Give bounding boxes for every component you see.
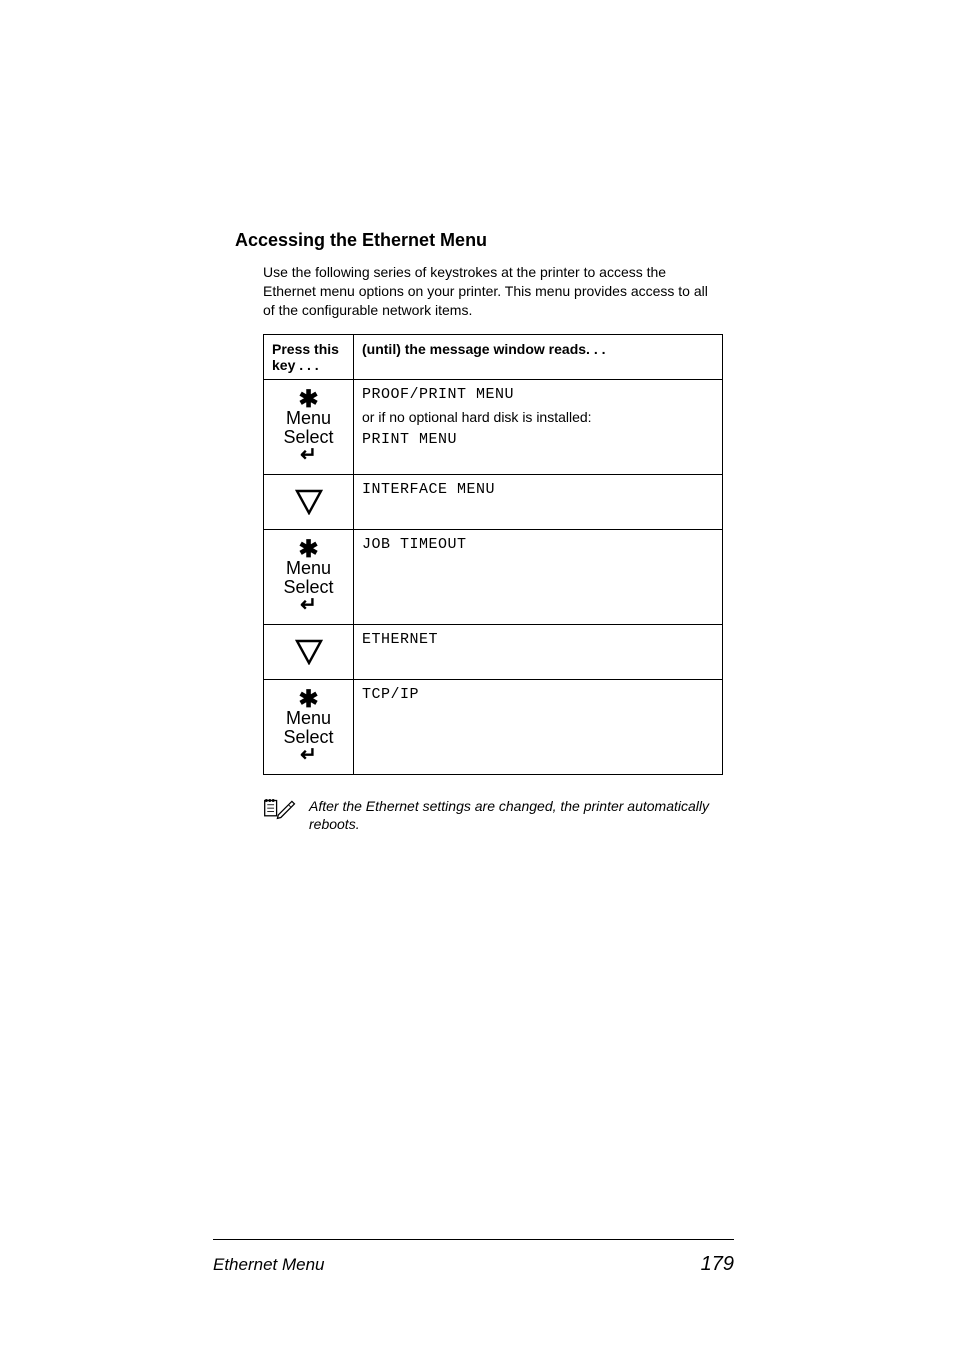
- key-cell-menu-select: ✱ Menu Select ↵: [264, 379, 354, 474]
- footer-page-number: 179: [701, 1253, 734, 1276]
- message-cell: INTERFACE MENU: [354, 474, 723, 529]
- return-icon: ↵: [283, 447, 333, 463]
- note-block: After the Ethernet settings are changed,…: [235, 797, 719, 835]
- key-cell-menu-select: ✱ Menu Select ↵: [264, 529, 354, 624]
- star-icon: ✱: [283, 390, 333, 409]
- table-header-key: Press this key . . .: [264, 334, 354, 379]
- keystroke-table: Press this key . . . (until) the message…: [263, 334, 723, 775]
- footer-title: Ethernet Menu: [213, 1255, 325, 1275]
- table-row: ✱ Menu Select ↵ PROOF/PRINT MENU or if n…: [264, 379, 723, 474]
- note-text: After the Ethernet settings are changed,…: [309, 797, 719, 835]
- menu-select-key-icon: ✱ Menu Select ↵: [283, 390, 333, 463]
- star-icon: ✱: [283, 690, 333, 709]
- section-heading: Accessing the Ethernet Menu: [235, 230, 719, 251]
- message-line: PROOF/PRINT MENU: [362, 386, 714, 403]
- menu-select-key-icon: ✱ Menu Select ↵: [283, 690, 333, 763]
- star-icon: ✱: [283, 540, 333, 559]
- table-row: ✱ Menu Select ↵ TCP/IP: [264, 679, 723, 774]
- return-icon: ↵: [283, 597, 333, 613]
- message-line: JOB TIMEOUT: [362, 536, 714, 553]
- intro-paragraph: Use the following series of keystrokes a…: [235, 263, 719, 320]
- message-line: ETHERNET: [362, 631, 714, 648]
- menu-select-key-icon: ✱ Menu Select ↵: [283, 540, 333, 613]
- return-icon: ↵: [283, 747, 333, 763]
- message-cell: JOB TIMEOUT: [354, 529, 723, 624]
- key-cell-down: [264, 474, 354, 529]
- table-row: INTERFACE MENU: [264, 474, 723, 529]
- note-icon: [263, 797, 297, 826]
- message-mid-text: or if no optional hard disk is installed…: [362, 409, 714, 425]
- key-cell-menu-select: ✱ Menu Select ↵: [264, 679, 354, 774]
- table-header-message: (until) the message window reads. . .: [354, 334, 723, 379]
- message-line: TCP/IP: [362, 686, 714, 703]
- down-arrow-key-icon: [270, 639, 347, 665]
- message-cell: ETHERNET: [354, 624, 723, 679]
- page-footer: Ethernet Menu 179: [213, 1253, 734, 1276]
- table-row: ETHERNET: [264, 624, 723, 679]
- message-line: INTERFACE MENU: [362, 481, 714, 498]
- down-arrow-key-icon: [270, 489, 347, 515]
- menu-label: Menu: [283, 709, 333, 728]
- menu-label: Menu: [283, 409, 333, 428]
- message-cell: TCP/IP: [354, 679, 723, 774]
- message-cell: PROOF/PRINT MENU or if no optional hard …: [354, 379, 723, 474]
- message-line: PRINT MENU: [362, 431, 714, 448]
- menu-label: Menu: [283, 559, 333, 578]
- footer-divider: [213, 1239, 734, 1240]
- key-cell-down: [264, 624, 354, 679]
- table-row: ✱ Menu Select ↵ JOB TIMEOUT: [264, 529, 723, 624]
